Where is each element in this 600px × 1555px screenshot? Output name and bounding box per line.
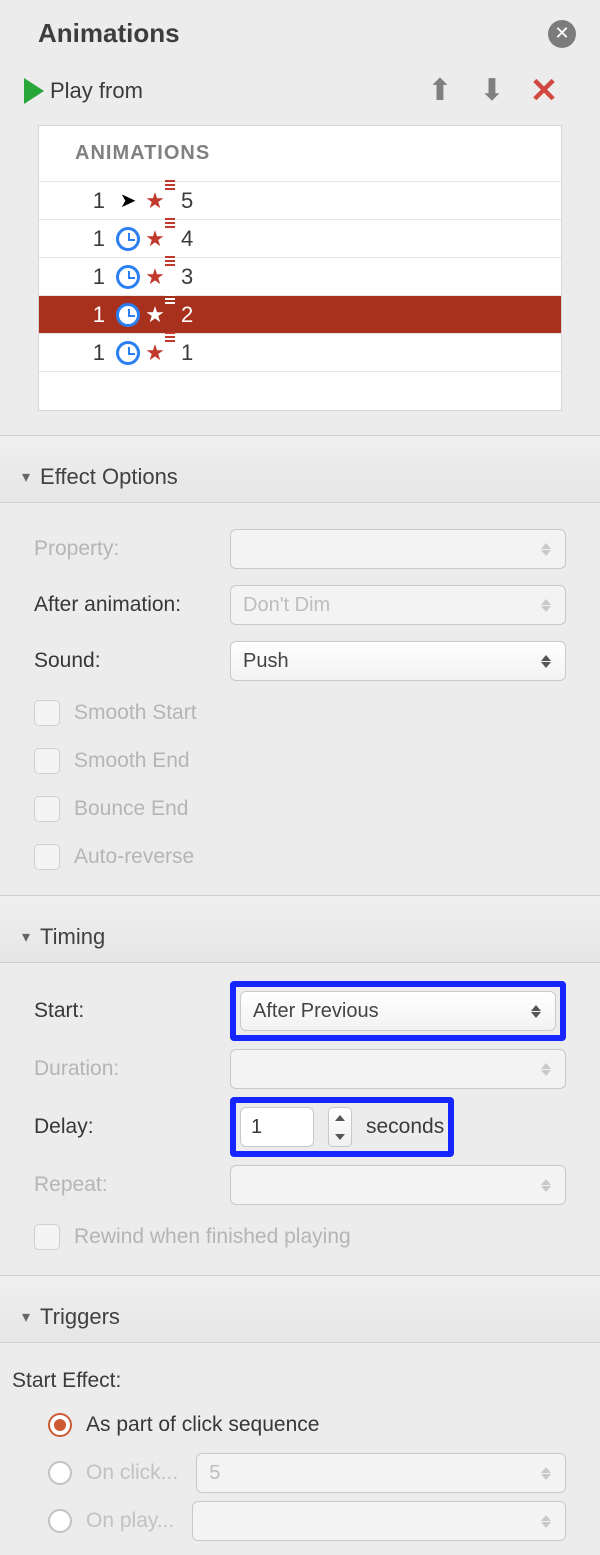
delay-stepper[interactable] [328, 1107, 352, 1147]
rewind-label: Rewind when finished playing [74, 1225, 351, 1249]
animation-row[interactable]: 1 ★ 3 [39, 258, 561, 296]
after-previous-icon [113, 227, 143, 251]
property-label: Property: [34, 537, 230, 561]
start-effect-label: Start Effect: [12, 1361, 566, 1401]
auto-reverse-label: Auto-reverse [74, 845, 194, 869]
repeat-select [230, 1165, 566, 1205]
smooth-end-checkbox [34, 748, 60, 774]
anim-index: 1 [83, 226, 105, 252]
anim-label: 2 [181, 302, 193, 328]
anim-label: 5 [181, 188, 193, 214]
after-previous-icon [113, 303, 143, 327]
repeat-label: Repeat: [34, 1173, 230, 1197]
anim-index: 1 [83, 264, 105, 290]
smooth-end-label: Smooth End [74, 749, 190, 773]
start-highlight: After Previous [230, 981, 566, 1041]
on-click-target-select: 5 [196, 1453, 566, 1493]
after-animation-value: Don't Dim [243, 594, 330, 617]
delay-value: 1 [251, 1116, 262, 1139]
on-click-label: On click... [86, 1461, 178, 1485]
chevron-down-icon: ▾ [22, 467, 30, 487]
emphasis-icon: ★ [143, 226, 177, 252]
anim-index: 1 [83, 188, 105, 214]
on-play-target-select [192, 1501, 566, 1541]
play-from-button[interactable]: Play from [24, 78, 143, 104]
timing-body: Start: After Previous Duration: Delay: [0, 963, 600, 1271]
sound-value: Push [243, 650, 289, 673]
move-up-button[interactable]: ⬆ [422, 73, 458, 109]
effect-options-header[interactable]: ▾ Effect Options [0, 435, 600, 503]
animation-row[interactable]: 1 ★ 2 [39, 296, 561, 334]
triggers-header[interactable]: ▾ Triggers [0, 1275, 600, 1343]
timing-header[interactable]: ▾ Timing [0, 895, 600, 963]
property-select [230, 529, 566, 569]
anim-label: 1 [181, 340, 193, 366]
after-animation-label: After animation: [34, 593, 230, 617]
click-sequence-radio[interactable] [48, 1413, 72, 1437]
bounce-end-label: Bounce End [74, 797, 188, 821]
emphasis-icon: ★ [143, 302, 177, 328]
on-play-radio [48, 1509, 72, 1533]
effect-options-body: Property: After animation: Don't Dim Sou… [0, 503, 600, 891]
triggers-body: Start Effect: As part of click sequence … [0, 1343, 600, 1555]
stepper-down-icon [335, 1134, 345, 1140]
close-icon: ✕ [554, 23, 569, 44]
animations-list-header: ANIMATIONS [39, 126, 561, 182]
bounce-end-checkbox [34, 796, 60, 822]
duration-select [230, 1049, 566, 1089]
after-animation-select[interactable]: Don't Dim [230, 585, 566, 625]
chevron-down-icon: ▾ [22, 927, 30, 947]
anim-index: 1 [83, 340, 105, 366]
anim-label: 3 [181, 264, 193, 290]
start-label: Start: [34, 999, 230, 1023]
smooth-start-label: Smooth Start [74, 701, 197, 725]
animation-row[interactable]: 1 ★ 4 [39, 220, 561, 258]
smooth-start-checkbox [34, 700, 60, 726]
emphasis-icon: ★ [143, 188, 177, 214]
emphasis-icon: ★ [143, 264, 177, 290]
chevron-down-icon: ▾ [22, 1307, 30, 1327]
emphasis-icon: ★ [143, 340, 177, 366]
arrow-down-icon: ⬇ [479, 76, 504, 106]
auto-reverse-checkbox [34, 844, 60, 870]
animation-row[interactable]: 1 ★ 1 [39, 334, 561, 372]
sound-label: Sound: [34, 649, 230, 673]
delay-highlight: 1 seconds [230, 1097, 454, 1157]
play-icon [24, 78, 44, 104]
duration-label: Duration: [34, 1057, 230, 1081]
on-play-label: On play... [86, 1509, 174, 1533]
delay-unit: seconds [366, 1115, 444, 1139]
section-title: Timing [40, 924, 105, 950]
on-click-icon: ➤ [113, 188, 143, 213]
start-select[interactable]: After Previous [240, 991, 556, 1031]
animation-list-blank [39, 372, 561, 410]
anim-label: 4 [181, 226, 193, 252]
after-previous-icon [113, 341, 143, 365]
stepper-up-icon [335, 1115, 345, 1121]
sound-select[interactable]: Push [230, 641, 566, 681]
after-previous-icon [113, 265, 143, 289]
delay-input[interactable]: 1 [240, 1107, 314, 1147]
play-from-label: Play from [50, 78, 143, 104]
close-panel-button[interactable]: ✕ [548, 20, 576, 48]
section-title: Triggers [40, 1304, 120, 1330]
animations-list: ANIMATIONS 1 ➤ ★ 5 1 ★ 4 1 ★ 3 1 ★ 2 1 ★… [38, 125, 562, 411]
panel-title: Animations [38, 18, 548, 49]
on-click-radio[interactable] [48, 1461, 72, 1485]
rewind-checkbox [34, 1224, 60, 1250]
animation-row[interactable]: 1 ➤ ★ 5 [39, 182, 561, 220]
click-sequence-label: As part of click sequence [86, 1413, 319, 1437]
move-down-button[interactable]: ⬇ [474, 73, 510, 109]
delay-label: Delay: [34, 1115, 230, 1139]
on-click-target-value: 5 [209, 1462, 220, 1485]
section-title: Effect Options [40, 464, 178, 490]
delete-animation-button[interactable]: ✕ [526, 73, 562, 109]
start-value: After Previous [253, 1000, 379, 1023]
arrow-up-icon: ⬆ [427, 76, 452, 106]
anim-index: 1 [83, 302, 105, 328]
delete-icon: ✕ [530, 74, 559, 108]
